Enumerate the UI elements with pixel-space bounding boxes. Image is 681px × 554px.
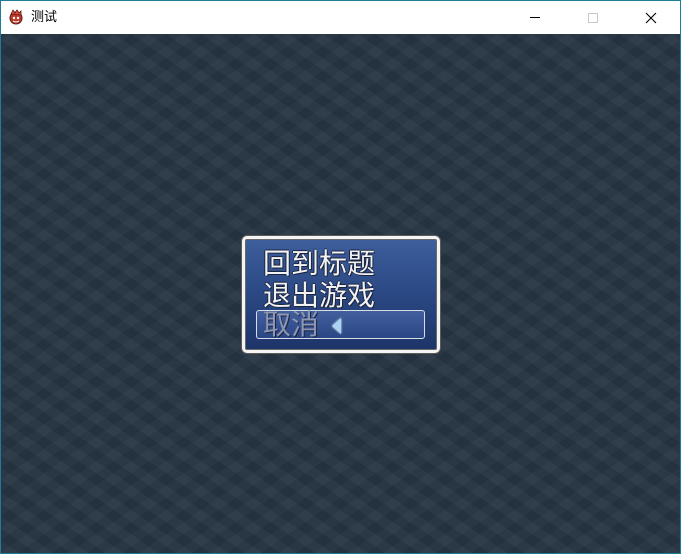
menu-item-exit-game[interactable]: 退出游戏	[263, 281, 375, 311]
maximize-button[interactable]	[570, 1, 616, 34]
maximize-icon	[588, 12, 598, 23]
minimize-icon	[530, 17, 540, 18]
game-screen: 回到标题 退出游戏 取消	[1, 34, 680, 553]
left-arrow-icon	[332, 318, 341, 334]
window-title: 测试	[31, 10, 58, 25]
close-button[interactable]	[628, 1, 674, 34]
minimize-button[interactable]	[512, 1, 558, 34]
game-window: 测试 回到标题 退出游戏 取消	[0, 0, 681, 554]
menu-item-to-title[interactable]: 回到标题	[263, 249, 375, 279]
title-bar[interactable]: 测试	[1, 1, 680, 34]
menu-item-cancel[interactable]: 取消	[263, 310, 319, 340]
game-end-menu: 回到标题 退出游戏 取消	[242, 236, 440, 353]
game-app-icon	[9, 9, 23, 25]
close-icon	[645, 12, 657, 23]
